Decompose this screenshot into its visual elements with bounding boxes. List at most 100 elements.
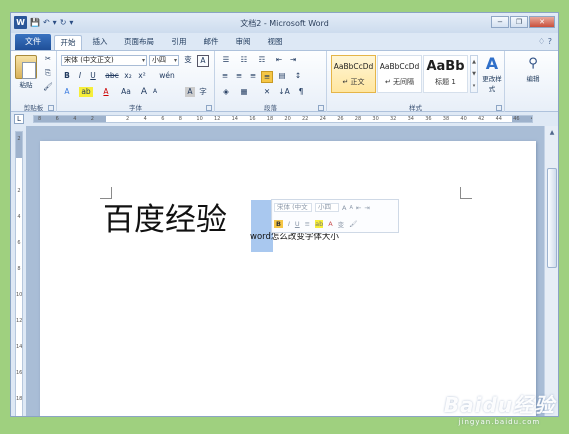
increase-indent-icon[interactable]: ⇥ <box>287 55 299 65</box>
tab-review[interactable]: 审阅 <box>231 35 255 50</box>
mini-highlight-icon[interactable]: ab <box>315 220 324 228</box>
paragraph-group-label: 段落 <box>264 104 277 112</box>
subscript-button[interactable]: x₂ <box>122 71 134 81</box>
style-no-spacing[interactable]: AaBbCcDd ↵ 无间隔 <box>377 55 422 93</box>
copy-icon[interactable]: ⎘ <box>42 68 54 78</box>
tab-file[interactable]: 文件 <box>15 34 51 50</box>
mini-increase-indent-icon[interactable]: ⇥ <box>364 204 369 212</box>
mini-underline-button[interactable]: U <box>295 220 300 228</box>
superscript-button[interactable]: x² <box>136 71 148 81</box>
styles-launcher[interactable] <box>496 105 502 111</box>
tab-mailings[interactable]: 邮件 <box>199 35 223 50</box>
numbering-icon[interactable]: ☷ <box>237 55 251 65</box>
cut-icon[interactable]: ✂ <box>42 54 54 64</box>
line-spacing-icon[interactable]: ↕ <box>291 71 305 81</box>
paragraph-launcher[interactable] <box>318 105 324 111</box>
text-effects-icon[interactable]: A <box>61 87 73 97</box>
highlight-icon[interactable]: ab <box>79 87 93 97</box>
ruler-tick-label: 2 <box>126 116 130 122</box>
scroll-up-button[interactable]: ▲ <box>547 128 557 138</box>
mini-shrink-icon[interactable]: A <box>349 205 352 211</box>
mini-size-combo[interactable]: 小四 <box>315 203 339 212</box>
font-name-combo[interactable]: 宋体 (中文正文) ▾ <box>61 55 147 66</box>
minimize-button[interactable]: − <box>491 16 509 28</box>
change-styles-icon: A <box>485 54 499 73</box>
borders-icon[interactable]: ▦ <box>237 87 251 97</box>
styles-group: AaBbCcDd ↵ 正文 AaBbCcDd ↵ 无间隔 AaBb 标题 1 ▲… <box>327 51 504 113</box>
distributed-icon[interactable]: ▤ <box>276 71 288 81</box>
tab-view[interactable]: 视图 <box>263 35 287 50</box>
align-right-icon[interactable]: ≡ <box>247 71 259 81</box>
sort-icon[interactable]: ↓A <box>277 87 291 97</box>
help-icon[interactable]: ♢ ? <box>538 37 552 46</box>
vertical-scrollbar[interactable]: ▲ <box>544 126 558 416</box>
scroll-thumb[interactable] <box>547 168 557 268</box>
vertical-ruler[interactable]: 2 2 4 6 8 10 12 14 16 18 <box>15 131 23 416</box>
styles-scroll[interactable]: ▲ ▼ ▾ <box>470 55 478 93</box>
strikethrough-button[interactable]: abc <box>105 71 119 81</box>
multilevel-list-icon[interactable]: ☶ <box>255 55 269 65</box>
phonetic-guide-icon[interactable]: wén <box>156 71 178 81</box>
ruler-tick-label: 16 <box>249 116 256 122</box>
shading-icon[interactable]: ◈ <box>219 87 233 97</box>
ruler-tick-label: 2 <box>17 188 21 194</box>
clipboard-launcher[interactable] <box>48 105 54 111</box>
window-title: 文档2 - Microsoft Word <box>240 19 329 28</box>
align-center-icon[interactable]: ≡ <box>233 71 245 81</box>
grow-font-icon[interactable]: A <box>139 87 149 97</box>
bold-button[interactable]: B <box>61 71 73 81</box>
tab-references[interactable]: 引用 <box>167 35 191 50</box>
tab-home[interactable]: 开始 <box>54 35 82 50</box>
mini-wen-icon[interactable]: 变 <box>338 219 345 229</box>
document-page[interactable]: 百度经验 word怎么改变字体大小 宋体 (中文 小四 A A ⇤ ⇥ B I … <box>40 141 536 416</box>
ruler-tick-label: 34 <box>407 116 414 122</box>
tab-page-layout[interactable]: 页面布局 <box>119 35 159 50</box>
decrease-indent-icon[interactable]: ⇤ <box>273 55 285 65</box>
font-size-combo[interactable]: 小四 ▾ <box>149 55 179 66</box>
format-painter-icon[interactable]: 🖌 <box>42 82 54 92</box>
change-styles-label: 更改样式 <box>482 75 502 93</box>
ruler-tick-label: 26 <box>337 116 344 122</box>
close-button[interactable]: ✕ <box>529 16 555 28</box>
underline-button[interactable]: U <box>87 71 99 81</box>
style-heading-1[interactable]: AaBb 标题 1 <box>423 55 468 93</box>
mini-font-color-icon[interactable]: A <box>328 220 332 228</box>
ruler-tick-label: 12 <box>214 116 221 122</box>
restore-button[interactable]: ❐ <box>510 16 528 28</box>
mini-bold-button[interactable]: B <box>274 220 283 228</box>
shrink-font-icon[interactable]: A <box>150 87 160 97</box>
mini-grow-icon[interactable]: A <box>342 204 346 212</box>
editing-button[interactable]: ⚲ 编辑 <box>519 55 547 83</box>
style-normal[interactable]: AaBbCcDd ↵ 正文 <box>331 55 376 93</box>
ruler-tick-label: 6 <box>17 240 21 246</box>
style-heading-1-sample: AaBb <box>426 59 465 74</box>
editing-group: ⚲ 编辑 <box>504 51 558 113</box>
bullets-icon[interactable]: ☰ <box>219 55 233 65</box>
chinese-layout-icon[interactable]: ✕ <box>261 87 273 97</box>
tab-selector[interactable]: L <box>14 114 24 124</box>
change-styles-button[interactable]: A 更改样式 <box>480 54 504 94</box>
enclose-char-icon[interactable]: 字 <box>197 87 209 97</box>
title-bar: W 💾 ↶ ▾ ↻ ▾ 文档2 - Microsoft Word − ❐ ✕ <box>11 13 558 33</box>
font-launcher[interactable] <box>206 105 212 111</box>
mini-italic-button[interactable]: I <box>288 220 290 228</box>
change-case-icon[interactable]: Aa <box>119 87 133 97</box>
show-marks-icon[interactable]: ¶ <box>295 87 307 97</box>
italic-button[interactable]: I <box>74 71 86 81</box>
char-shading-icon[interactable]: A <box>185 87 195 97</box>
align-left-icon[interactable]: ≡ <box>219 71 231 81</box>
ruler-tick-label: 14 <box>16 344 23 350</box>
editing-label: 编辑 <box>526 75 540 83</box>
wen-icon[interactable]: 变 <box>182 55 194 65</box>
mini-font-combo[interactable]: 宋体 (中文 <box>274 203 312 212</box>
horizontal-ruler[interactable]: 8 6 4 2 2 4 6 8 10 12 14 16 18 20 22 24 26 28 30 32 34 36 38 40… <box>33 115 533 123</box>
justify-icon[interactable]: ≡ <box>261 71 273 83</box>
document-big-text[interactable]: 百度经验 <box>103 194 227 239</box>
char-border-icon[interactable]: A <box>197 55 209 67</box>
mini-center-icon[interactable]: ≡ <box>305 220 310 228</box>
paste-button[interactable]: 粘贴 <box>13 55 39 89</box>
tab-insert[interactable]: 插入 <box>87 35 113 50</box>
font-color-icon[interactable]: A <box>100 87 112 97</box>
mini-format-painter-icon[interactable]: 🖌 <box>349 220 357 228</box>
mini-decrease-indent-icon[interactable]: ⇤ <box>356 204 361 212</box>
